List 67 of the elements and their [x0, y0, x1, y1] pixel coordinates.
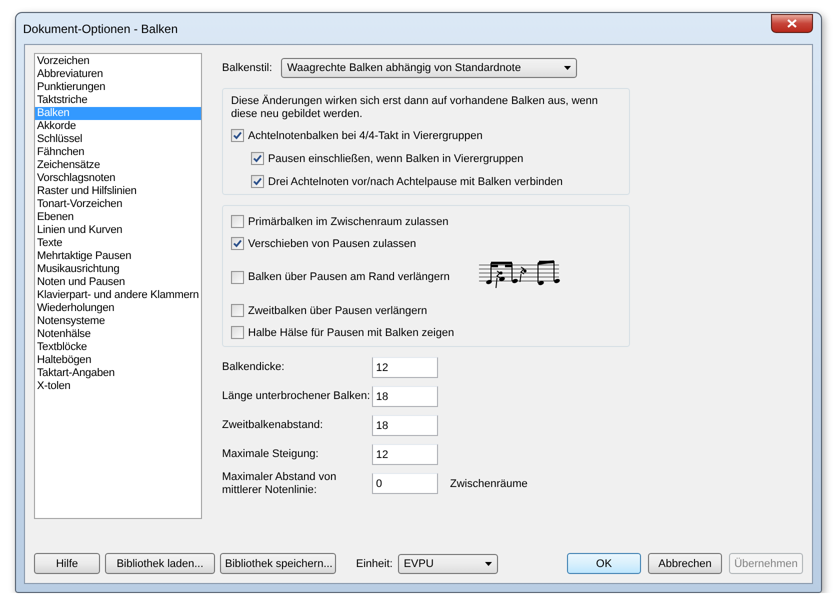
- category-item[interactable]: Taktart-Angaben: [35, 367, 201, 380]
- close-button[interactable]: [771, 14, 813, 33]
- category-item[interactable]: Wiederholungen: [35, 302, 201, 315]
- beam-style-dropdown[interactable]: Waagrechte Balken abhängig von Standardnote: [281, 58, 578, 78]
- category-item[interactable]: Tonart-Vorzeichen: [35, 198, 201, 211]
- category-item[interactable]: Texte: [35, 237, 201, 250]
- checkbox-label: Halbe Hälse für Pausen mit Balken zeigen: [248, 326, 454, 338]
- category-item[interactable]: Taktstriche: [35, 94, 201, 107]
- dialog-button[interactable]: Abbrechen: [648, 553, 722, 574]
- input-field[interactable]: 12: [372, 357, 438, 378]
- category-item[interactable]: Zeichensätze: [35, 159, 201, 172]
- field-label: Länge unterbrochener Balken:: [222, 390, 371, 403]
- checkbox[interactable]: [231, 215, 244, 228]
- field-label: Balkenstil:: [222, 62, 272, 74]
- category-item[interactable]: Abbreviaturen: [35, 68, 201, 81]
- field-label: Maximaler Abstand von mittlerer Notenlinie:: [222, 470, 338, 496]
- checkbox[interactable]: [251, 175, 264, 188]
- category-item[interactable]: Linien und Kurven: [35, 224, 201, 237]
- category-item[interactable]: Noten und Pausen: [35, 276, 201, 289]
- category-item[interactable]: Mehrtaktige Pausen: [35, 250, 201, 263]
- unit-dropdown[interactable]: EVPU: [398, 554, 498, 574]
- caret-icon: [484, 562, 492, 566]
- input-field[interactable]: 18: [372, 386, 438, 407]
- category-item[interactable]: Punktierungen: [35, 81, 201, 94]
- checkbox-label: Balken über Pausen am Rand verlängern: [248, 271, 450, 283]
- category-item[interactable]: Fähnchen: [35, 146, 201, 159]
- checkbox-label: Drei Achtelnoten vor/nach Achtelpause mit Balken verbinden: [268, 176, 563, 188]
- category-item[interactable]: Ebenen: [35, 211, 201, 224]
- category-item[interactable]: Schlüssel: [35, 133, 201, 146]
- input-field[interactable]: 12: [372, 444, 438, 465]
- checkbox-label: Pausen einschließen, wenn Balken in Vierergruppen: [268, 152, 524, 164]
- category-item[interactable]: Musikausrichtung: [35, 263, 201, 276]
- category-item[interactable]: Akkorde: [35, 120, 201, 133]
- checkbox-label: Achtelnotenbalken bei 4/4-Takt in Vierergruppen: [248, 130, 483, 142]
- info-text: Diese Änderungen wirken sich erst dann auf vorhandene Balken aus, wenn diese neu gebildet werden.: [231, 95, 599, 121]
- category-item[interactable]: X-tolen: [35, 380, 201, 393]
- footer-button[interactable]: Bibliothek laden...: [105, 553, 215, 574]
- window-title: Dokument-Optionen - Balken: [23, 22, 178, 36]
- field-label: Maximale Steigung:: [222, 448, 320, 461]
- footer-button[interactable]: Hilfe: [34, 553, 100, 574]
- dialog-button[interactable]: OK: [567, 553, 641, 574]
- input-field[interactable]: 0: [372, 473, 438, 494]
- checkbox[interactable]: [231, 129, 244, 142]
- footer-button[interactable]: Bibliothek speichern...: [220, 553, 336, 574]
- field-label: Balkendicke:: [222, 361, 286, 374]
- checkbox[interactable]: [231, 304, 244, 317]
- category-item[interactable]: Vorschlagsnoten: [35, 172, 201, 185]
- category-item[interactable]: Haltebögen: [35, 354, 201, 367]
- category-item[interactable]: Notensysteme: [35, 315, 201, 328]
- category-item[interactable]: Notenhälse: [35, 328, 201, 341]
- category-item[interactable]: Raster und Hilfslinien: [35, 185, 201, 198]
- checkbox[interactable]: [251, 152, 264, 165]
- category-item[interactable]: Klavierpart- und andere Klammern: [35, 289, 201, 302]
- field-label: Zweitbalkenabstand:: [222, 419, 324, 432]
- unit-label: Zwischenräume: [450, 478, 528, 490]
- checkbox-label: Verschieben von Pausen zulassen: [248, 238, 416, 250]
- checkbox-label: Primärbalken im Zwischenraum zulassen: [248, 216, 449, 228]
- category-item[interactable]: Textblöcke: [35, 341, 201, 354]
- close-icon: [787, 19, 797, 28]
- checkbox[interactable]: [231, 270, 244, 284]
- checkbox-label: Zweitbalken über Pausen verlängern: [248, 304, 428, 316]
- checkbox[interactable]: [231, 326, 244, 339]
- category-item[interactable]: Vorzeichen: [35, 55, 201, 68]
- caret-icon: [564, 66, 572, 70]
- unit-label: Einheit:: [356, 558, 393, 570]
- input-field[interactable]: 18: [372, 415, 438, 436]
- checkbox[interactable]: [231, 237, 244, 250]
